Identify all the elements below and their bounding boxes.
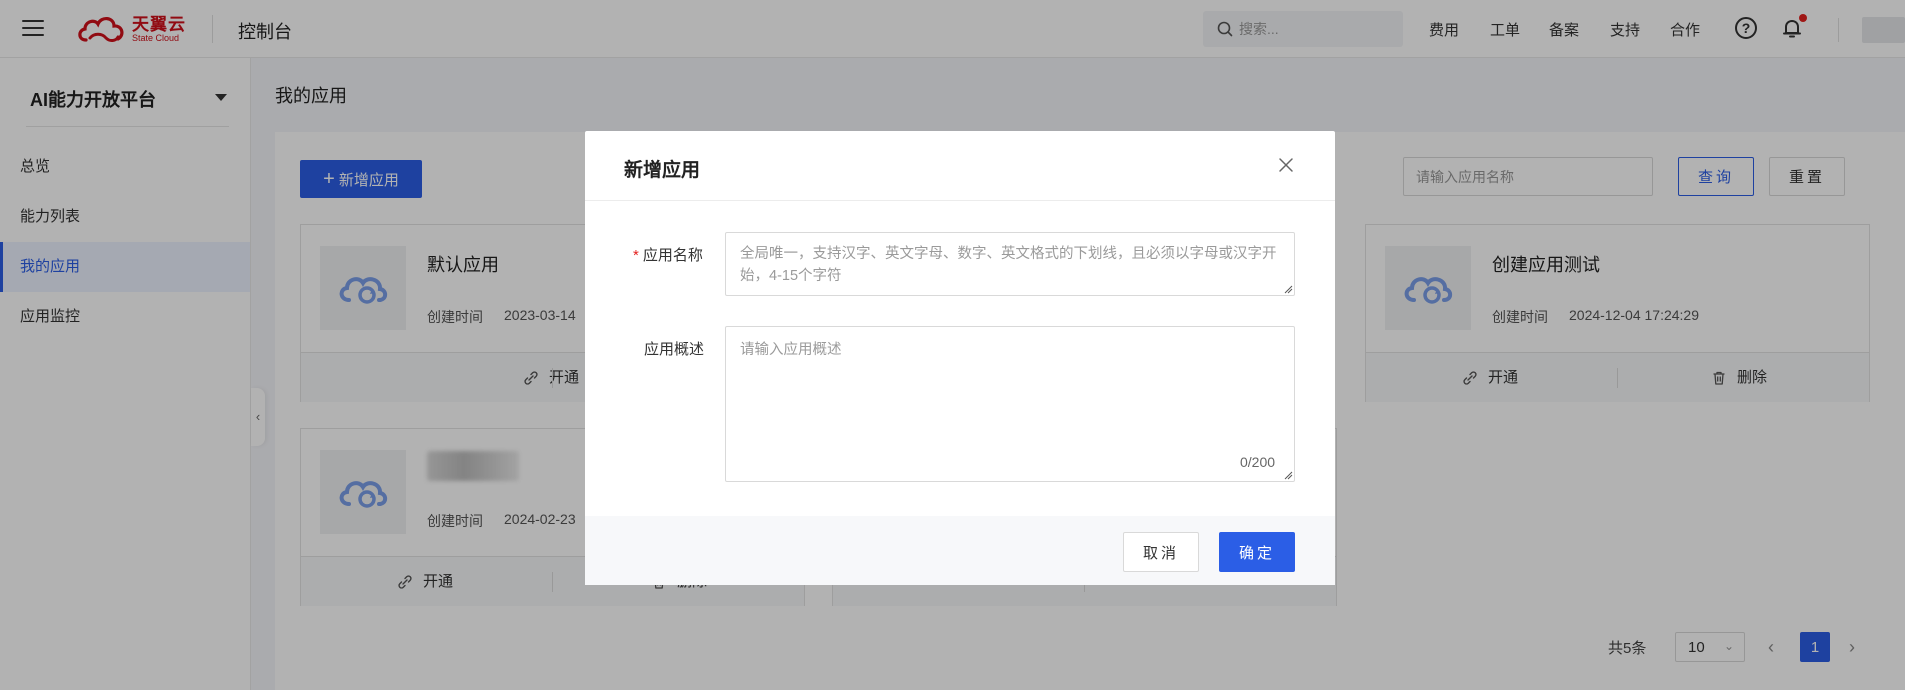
app-name-label-text: 应用名称 [642,247,703,264]
required-marker: * [633,247,639,264]
resize-handle-icon[interactable] [1283,470,1293,480]
dialog-header: 新增应用 [585,131,1335,201]
resize-handle-icon[interactable] [1283,284,1293,294]
confirm-button[interactable]: 确定 [1219,532,1295,572]
app-description-field[interactable]: 请输入应用概述 [725,326,1295,482]
app-name-label: * 应用名称 [633,244,703,265]
char-counter: 0/200 [1240,454,1276,470]
add-app-dialog: 新增应用 * 应用名称 全局唯一，支持汉字、英文字母、数字、英文格式的下划线，且必… [585,131,1335,585]
app-desc-placeholder: 请输入应用概述 [740,342,842,358]
app-name-placeholder: 全局唯一，支持汉字、英文字母、数字、英文格式的下划线，且必须以字母或汉字开始，4… [740,246,1277,284]
close-icon[interactable] [1276,155,1296,175]
app-name-field[interactable]: 全局唯一，支持汉字、英文字母、数字、英文格式的下划线，且必须以字母或汉字开始，4… [725,232,1295,296]
cancel-button[interactable]: 取消 [1123,532,1199,572]
app-desc-label: 应用概述 [644,341,705,358]
dialog-title: 新增应用 [624,160,701,181]
